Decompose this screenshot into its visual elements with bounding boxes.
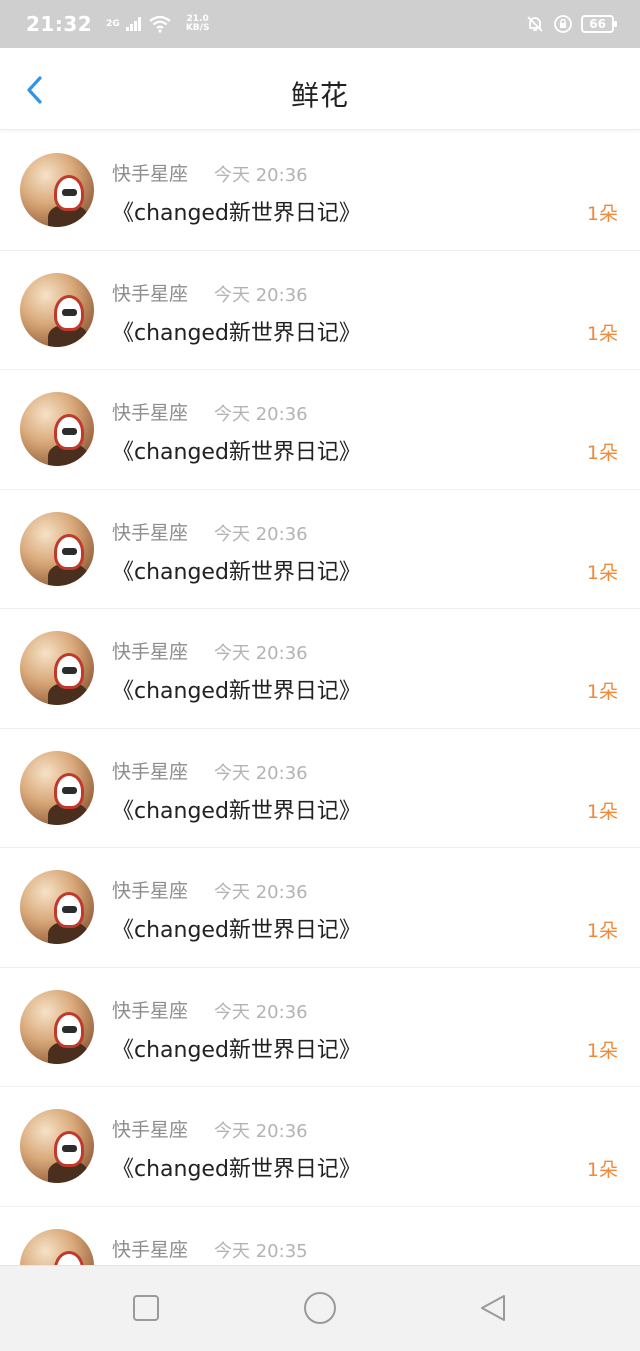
avatar[interactable] xyxy=(20,870,94,944)
sender-name[interactable]: 快手星座 xyxy=(112,1235,188,1262)
gift-row[interactable]: 快手星座 今天 20:36 《changed新世界日记》 1朵 xyxy=(0,131,640,251)
gift-row[interactable]: 快手星座 今天 20:36 《changed新世界日记》 1朵 xyxy=(0,1087,640,1207)
gift-row[interactable]: 快手星座 今天 20:36 《changed新世界日记》 1朵 xyxy=(0,968,640,1087)
avatar[interactable] xyxy=(20,750,94,825)
signal-icon xyxy=(125,17,141,31)
sender-name[interactable]: 快手星座 xyxy=(112,279,188,306)
flower-count: 1朵 xyxy=(586,1039,618,1062)
work-title: 《changed新世界日记》 xyxy=(112,798,361,824)
gift-time: 今天 20:36 xyxy=(214,404,308,425)
system-nav-bar xyxy=(0,1265,640,1351)
status-right-icons: 66 xyxy=(525,14,617,34)
network-speed: 21.0 KB/S xyxy=(186,15,210,33)
avatar[interactable] xyxy=(20,153,94,227)
avatar-figure-face xyxy=(54,414,84,450)
sender-name[interactable]: 快手星座 xyxy=(112,518,188,545)
work-title: 《changed新世界日记》 xyxy=(112,1157,361,1182)
circle-icon xyxy=(304,1292,336,1324)
gift-time: 今天 20:36 xyxy=(214,643,308,664)
sender-name[interactable]: 快手星座 xyxy=(112,1115,188,1142)
work-title: 《changed新世界日记》 xyxy=(112,440,361,465)
battery-indicator: 66 xyxy=(581,15,617,33)
gift-time: 今天 20:36 xyxy=(214,762,308,784)
avatar[interactable] xyxy=(20,392,94,466)
network-speed-unit: KB/S xyxy=(185,23,210,33)
lock-rotation-icon xyxy=(554,15,573,33)
avatar[interactable] xyxy=(20,511,94,586)
gift-time: 今天 20:36 xyxy=(214,882,308,903)
gift-time: 今天 20:36 xyxy=(214,284,308,306)
status-left-icons: 2G 21.0 KB/S xyxy=(98,15,209,33)
gift-time: 今天 20:36 xyxy=(214,1121,308,1142)
gift-time: 今天 20:36 xyxy=(214,523,308,545)
wifi-icon xyxy=(149,15,171,33)
gift-row[interactable]: 快手星座 今天 20:36 《changed新世界日记》 1朵 xyxy=(0,370,640,490)
work-title: 《changed新世界日记》 xyxy=(112,918,361,943)
avatar[interactable] xyxy=(20,989,94,1064)
gift-row[interactable]: 快手星座 今天 20:36 《changed新世界日记》 1朵 xyxy=(0,609,640,729)
gift-row[interactable]: 快手星座 今天 20:36 《changed新世界日记》 1朵 xyxy=(0,848,640,968)
flower-count: 1朵 xyxy=(586,1159,618,1181)
avatar-figure-face xyxy=(54,1011,84,1048)
work-title: 《changed新世界日记》 xyxy=(112,1037,361,1063)
sender-name[interactable]: 快手星座 xyxy=(112,876,188,903)
work-title: 《changed新世界日记》 xyxy=(112,679,361,704)
avatar[interactable] xyxy=(20,1109,94,1183)
gift-row[interactable]: 快手星座 今天 20:36 《changed新世界日记》 1朵 xyxy=(0,251,640,370)
sender-name[interactable]: 快手星座 xyxy=(112,398,188,425)
flower-gift-list[interactable]: 快手星座 今天 20:36 《changed新世界日记》 1朵 快手星座 今天 … xyxy=(0,131,640,1265)
triangle-back-icon xyxy=(481,1295,505,1321)
gift-time: 今天 20:36 xyxy=(214,1001,308,1023)
status-time: 21:32 xyxy=(26,12,93,36)
gift-time: 今天 20:36 xyxy=(214,165,308,186)
recent-apps-button[interactable] xyxy=(130,1292,162,1324)
avatar[interactable] xyxy=(20,1228,94,1265)
gift-time: 今天 20:35 xyxy=(214,1240,308,1262)
avatar-figure-face xyxy=(54,772,84,809)
sender-name[interactable]: 快手星座 xyxy=(112,159,188,186)
network-type-label: 2G xyxy=(106,18,120,29)
bell-muted-icon xyxy=(527,16,543,32)
sender-name[interactable]: 快手星座 xyxy=(112,757,188,784)
gift-row[interactable]: 快手星座 今天 20:36 《changed新世界日记》 1朵 xyxy=(0,729,640,848)
flower-count: 1朵 xyxy=(586,442,618,464)
page-title: 鲜花 xyxy=(290,79,349,112)
work-title: 《changed新世界日记》 xyxy=(112,201,361,226)
flower-count: 1朵 xyxy=(586,681,618,703)
avatar-figure-face xyxy=(54,892,84,928)
status-bar: 21:32 2G 21.0 KB/S 66 xyxy=(0,0,640,48)
avatar-figure-face xyxy=(54,533,84,570)
home-button[interactable] xyxy=(302,1290,338,1326)
gift-row[interactable]: 快手星座 今天 20:36 《changed新世界日记》 1朵 xyxy=(0,490,640,609)
avatar[interactable] xyxy=(20,272,94,347)
flower-count: 1朵 xyxy=(586,800,618,823)
flower-count: 1朵 xyxy=(586,322,618,345)
avatar[interactable] xyxy=(20,631,94,705)
work-title: 《changed新世界日记》 xyxy=(112,559,361,585)
avatar-figure-face xyxy=(54,653,84,689)
flower-count: 1朵 xyxy=(586,561,618,584)
sender-name[interactable]: 快手星座 xyxy=(112,637,188,664)
header-bar: 鲜花 xyxy=(0,48,640,130)
avatar-figure-face xyxy=(54,175,84,211)
sender-name[interactable]: 快手星座 xyxy=(112,996,188,1023)
gift-row[interactable]: 快手星座 今天 20:35 xyxy=(0,1207,640,1265)
avatar-figure-face xyxy=(54,1131,84,1167)
square-icon xyxy=(133,1295,159,1321)
system-back-button[interactable] xyxy=(476,1292,508,1324)
avatar-figure-face xyxy=(54,1250,84,1265)
flower-count: 1朵 xyxy=(586,920,618,942)
avatar-figure-face xyxy=(54,294,84,331)
flower-count: 1朵 xyxy=(586,203,618,225)
work-title: 《changed新世界日记》 xyxy=(112,320,361,346)
